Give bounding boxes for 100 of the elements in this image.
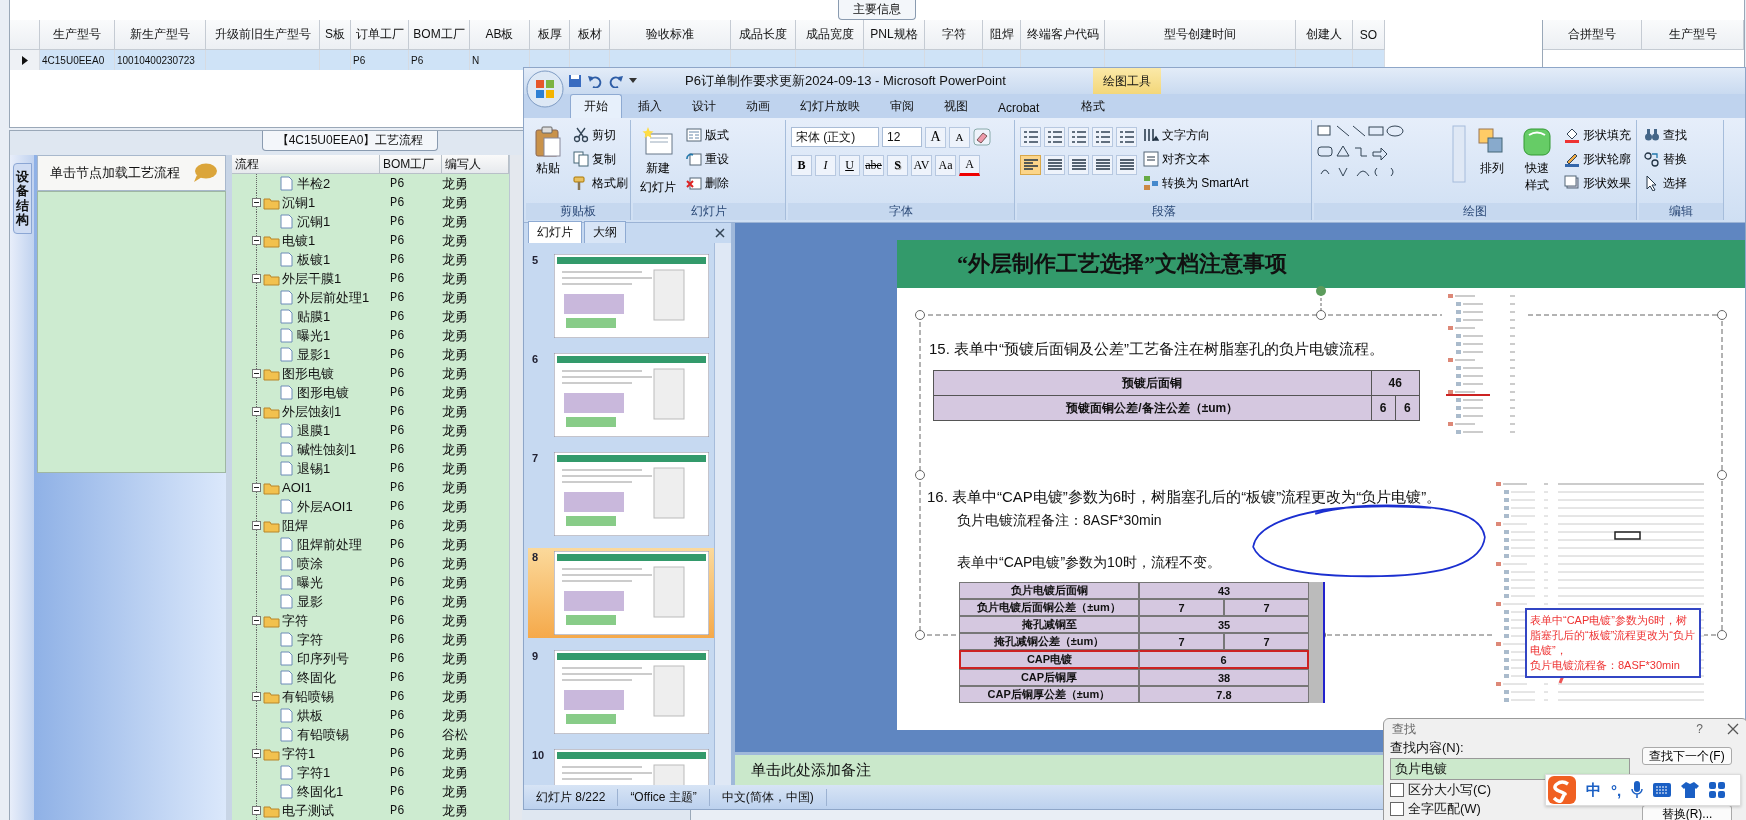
slide-thumbnail[interactable]: 7: [528, 449, 714, 539]
tree-node[interactable]: 阻焊前处理: [297, 535, 362, 554]
ribbon-button[interactable]: 版式: [684, 124, 731, 146]
align-button[interactable]: [1044, 155, 1065, 175]
tree-node[interactable]: 碱性蚀刻1: [297, 440, 357, 459]
ribbon-button[interactable]: 形状填充: [1562, 124, 1633, 146]
column-header[interactable]: 板材: [570, 20, 610, 50]
expand-box[interactable]: [252, 483, 261, 492]
tree-node[interactable]: 半检2: [297, 174, 331, 193]
tree-node[interactable]: 终固化1: [297, 782, 344, 801]
ribbon-tab[interactable]: 审阅: [876, 94, 928, 118]
format-button[interactable]: I: [815, 154, 836, 176]
align-button[interactable]: [1068, 155, 1089, 175]
column-header[interactable]: 阻焊: [983, 20, 1021, 50]
tree-node[interactable]: 显影1: [297, 345, 331, 364]
column-header[interactable]: BOM工厂: [380, 155, 442, 173]
tree-node[interactable]: 印序列号: [297, 649, 349, 668]
column-header[interactable]: 新生产型号: [115, 20, 206, 50]
column-header[interactable]: S板: [320, 20, 351, 50]
tree-node[interactable]: 贴膜1: [297, 307, 331, 326]
list-button[interactable]: [1068, 127, 1089, 147]
column-header[interactable]: 合拼型号: [1543, 20, 1642, 50]
ribbon-tab[interactable]: 开始: [570, 94, 622, 118]
column-header[interactable]: 板厚: [530, 20, 570, 50]
font-field[interactable]: 宋体 (正文): [791, 127, 879, 147]
shrink-font-button[interactable]: A: [949, 126, 970, 148]
column-header[interactable]: 流程: [232, 155, 380, 173]
tree-node[interactable]: 图形电镀: [282, 364, 334, 383]
column-header[interactable]: 创建人: [1296, 20, 1353, 50]
tree-node[interactable]: 终固化: [297, 668, 336, 687]
column-header[interactable]: 升级前旧生产型号: [206, 20, 320, 50]
format-button[interactable]: S: [887, 154, 908, 176]
ribbon-button[interactable]: 快速样式: [1516, 124, 1558, 199]
column-header[interactable]: SO: [1353, 20, 1385, 50]
scrollbar[interactable]: [509, 155, 522, 820]
tree-node[interactable]: 退锡1: [297, 459, 331, 478]
ribbon-tab[interactable]: 格式: [1067, 94, 1120, 118]
ribbon-button[interactable]: 复制: [571, 148, 630, 170]
slide-thumbnail[interactable]: 8: [528, 548, 714, 638]
tree-node[interactable]: AOI1: [282, 480, 312, 495]
expand-box[interactable]: [252, 369, 261, 378]
column-header[interactable]: 生产型号: [40, 20, 115, 50]
tree-node[interactable]: 板镀1: [297, 250, 331, 269]
dialog-button[interactable]: 查找下一个(F): [1642, 747, 1732, 765]
ribbon-button[interactable]: 粘贴: [529, 124, 567, 199]
scrollbar[interactable]: [714, 243, 731, 785]
tree-node[interactable]: 电子测试: [282, 801, 334, 820]
ribbon-button[interactable]: 对齐文本: [1141, 148, 1251, 170]
column-header[interactable]: 型号创建时间: [1105, 20, 1296, 50]
ribbon-button[interactable]: 形状轮廓: [1562, 148, 1633, 170]
column-header[interactable]: 验收标准: [610, 20, 731, 50]
tree-node[interactable]: 字符1: [282, 744, 316, 763]
ribbon-tab[interactable]: 视图: [930, 94, 982, 118]
tree-node[interactable]: 图形电镀: [297, 383, 349, 402]
align-button[interactable]: [1116, 155, 1137, 175]
tree-node[interactable]: 字符: [282, 611, 308, 630]
expand-box[interactable]: [252, 749, 261, 758]
tree-node[interactable]: 有铅喷锡: [282, 687, 334, 706]
column-header[interactable]: 成品宽度: [796, 20, 864, 50]
slide-thumbnail[interactable]: 10: [528, 746, 714, 785]
ribbon-button[interactable]: 剪切: [571, 124, 630, 146]
list-button[interactable]: [1044, 127, 1065, 147]
expand-box[interactable]: [252, 274, 261, 283]
close-icon[interactable]: [715, 228, 725, 238]
tree-node[interactable]: 沉铜1: [282, 193, 316, 212]
tree-node[interactable]: 外层蚀刻1: [282, 402, 342, 421]
ribbon-button[interactable]: 转换为 SmartArt: [1141, 172, 1251, 194]
tree-node[interactable]: 退膜1: [297, 421, 331, 440]
format-button[interactable]: AV: [911, 154, 932, 176]
ribbon-button[interactable]: 新建 幻灯片: [636, 124, 680, 199]
tree-node[interactable]: 外层AOI1: [297, 497, 353, 516]
tree-node[interactable]: 外层前处理1: [297, 288, 370, 307]
format-button[interactable]: U: [839, 154, 860, 176]
ribbon-button[interactable]: 删除: [684, 172, 731, 194]
tree-node[interactable]: 阻焊: [282, 516, 308, 535]
ribbon-tab[interactable]: 插入: [624, 94, 676, 118]
format-button[interactable]: B: [791, 154, 812, 176]
slide-thumbnail[interactable]: 9: [528, 647, 714, 737]
ribbon-tab[interactable]: 幻灯片放映: [786, 94, 874, 118]
format-button[interactable]: Aa: [935, 154, 956, 176]
tree-node[interactable]: 电镀1: [282, 231, 316, 250]
checkbox-label[interactable]: 全字匹配(W): [1408, 800, 1481, 818]
ribbon-button[interactable]: 文字方向: [1141, 124, 1251, 146]
grow-font-button[interactable]: A: [925, 126, 946, 148]
ribbon-button[interactable]: 替换: [1642, 148, 1689, 170]
tree-node[interactable]: 曝光: [297, 573, 323, 592]
expand-box[interactable]: [252, 407, 261, 416]
ribbon-tab[interactable]: 动画: [732, 94, 784, 118]
expand-box[interactable]: [252, 692, 261, 701]
help-button[interactable]: ?: [1696, 722, 1703, 736]
ribbon-button[interactable]: 查找: [1642, 124, 1689, 146]
column-header[interactable]: PNL规格: [864, 20, 925, 50]
format-button[interactable]: abe: [863, 154, 884, 176]
ribbon-tab[interactable]: Acrobat: [984, 97, 1054, 118]
list-button[interactable]: [1020, 127, 1041, 147]
column-header[interactable]: BOM工厂: [409, 20, 470, 50]
expand-box[interactable]: [252, 616, 261, 625]
align-button[interactable]: [1092, 155, 1113, 175]
size-field[interactable]: 12: [882, 127, 922, 147]
list-button[interactable]: [1116, 127, 1137, 147]
